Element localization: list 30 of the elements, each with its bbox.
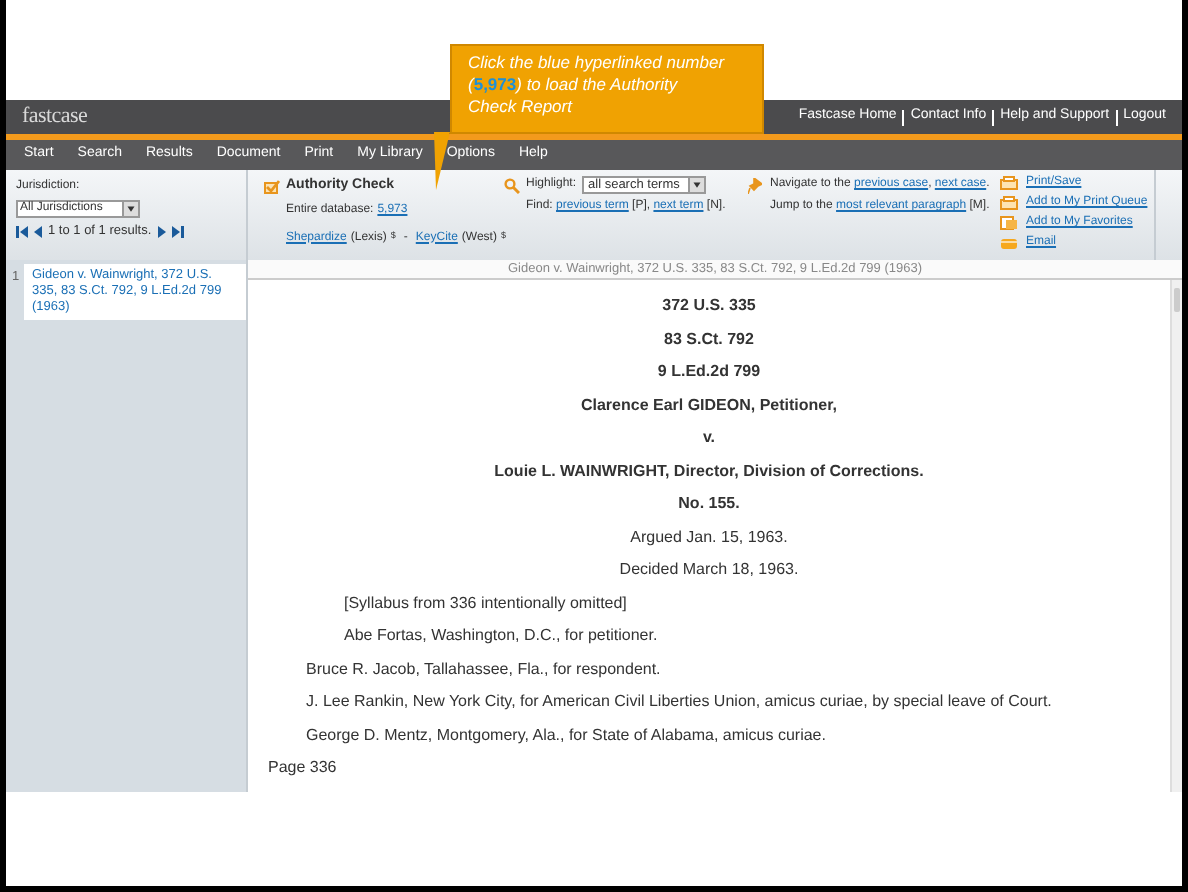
document-line: 9 L.Ed.2d 799 [655,362,763,384]
document-line: J. Lee Rankin, New York City, for American Civil Liberties Union, amicus curiae, by special leave of Court. [304,692,1054,714]
document-line: George D. Mentz, Montgomery, Ala., for State of Alabama, amicus curiae. [304,725,828,748]
page-number: Page 336 [266,758,339,780]
next-page-icon[interactable] [157,225,166,238]
document-line: v. [700,428,718,450]
folder-icon [1000,216,1018,230]
printer-icon [1000,196,1018,210]
document-line: Decided March 18, 1963. [617,560,801,582]
document-line: No. 155. [676,494,742,516]
dropdown-icon [688,178,705,192]
document-line: 83 S.Ct. 792 [662,329,756,351]
document-line: 372 U.S. 335 [660,296,758,318]
envelope-icon [1000,237,1018,249]
callout-text: Click the blue hyperlinked number (5,973) to load the Authority Check Report [468,52,727,118]
dropdown-icon [122,202,138,216]
last-page-icon[interactable] [171,225,184,238]
document-line: [Syllabus from 336 intentionally omitted] [342,593,629,616]
checkmark-icon [264,179,280,194]
document-line: Bruce R. Jacob, Tallahassee, Fla., for respondent. [304,659,663,682]
first-page-icon[interactable] [16,225,28,238]
printer-icon [1000,176,1018,190]
fastcase-logo[interactable]: fastcase [22,100,88,134]
pushpin-icon [748,177,762,193]
document-line: Clarence Earl GIDEON, Petitioner, [578,395,840,417]
document-line: Abe Fortas, Washington, D.C., for petitioner. [342,626,660,648]
document-line: Argued Jan. 15, 1963. [628,527,790,550]
search-icon [504,177,520,193]
previous-page-icon[interactable] [34,225,42,238]
document-line: Louie L. WAINWRIGHT, Director, Division of Corrections. [492,461,926,483]
